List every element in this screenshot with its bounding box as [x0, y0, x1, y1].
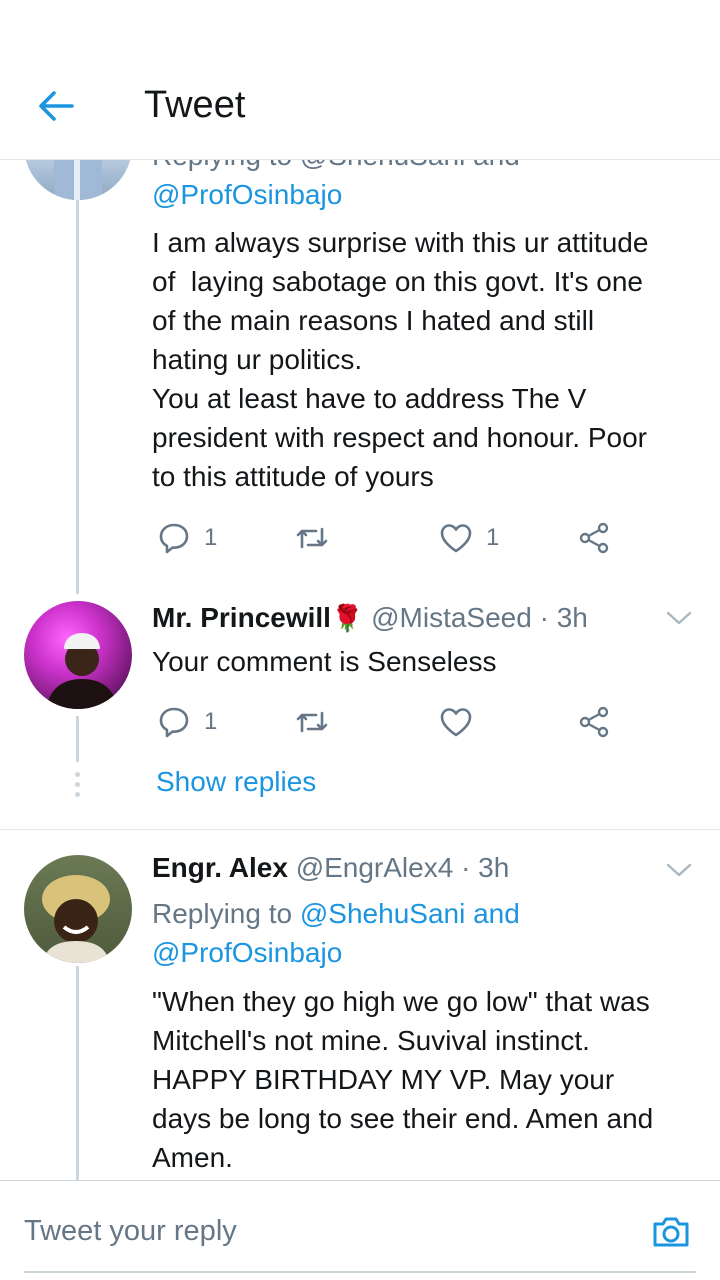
show-replies-link[interactable]: Show replies [156, 766, 316, 798]
replying-handle[interactable]: @ShehuSani [300, 898, 465, 929]
display-name[interactable]: Engr. Alex [152, 852, 288, 883]
tweet-line: Amen. [152, 1142, 233, 1173]
handle[interactable]: @EngrAlex4 [296, 852, 454, 883]
retweet-button[interactable] [294, 518, 330, 558]
retweet-icon [296, 527, 328, 549]
composer-underline [24, 1271, 696, 1273]
camera-icon[interactable] [650, 1211, 692, 1253]
tweet-line: Mitchell's not mine. Suvival instinct. [152, 1025, 590, 1056]
like-icon [440, 708, 472, 737]
thread-line [76, 200, 79, 594]
reply-count: 1 [204, 708, 218, 735]
tweet-line: of the main reasons I hated and still [152, 305, 595, 336]
tweet-header: Engr. Alex @EngrAlex4 · 3h [152, 848, 509, 887]
tweet-feed: Replying to @ShehuSani and @ProfOsinbajo… [0, 0, 720, 1180]
tweet-line: days be long to see their end. Amen and [152, 1103, 654, 1134]
share-icon [579, 522, 609, 554]
chevron-down-icon[interactable] [664, 608, 694, 628]
tweet-line: to this attitude of yours [152, 461, 434, 492]
timestamp: · 3h [539, 602, 588, 633]
reply-icon [159, 523, 189, 554]
rose-emoji: 🌹 [330, 603, 364, 633]
replying-to: Replying to @ShehuSani and [152, 894, 520, 933]
replying-and: and [473, 898, 520, 929]
avatar[interactable] [24, 601, 132, 709]
top-bar: Tweet [0, 0, 720, 160]
tweet-actions: 1 [152, 702, 622, 742]
tweet-text: Your comment is Senseless [152, 646, 497, 677]
reply-button[interactable]: 1 [156, 702, 217, 742]
tweet-header: Mr. Princewill🌹 @MistaSeed · 3h [152, 598, 588, 638]
reply-button[interactable]: 1 [156, 518, 217, 558]
replying-handle[interactable]: @ProfOsinbajo [152, 933, 342, 972]
tweet-line: of laying sabotage on this govt. It's on… [152, 266, 643, 297]
retweet-icon [296, 711, 328, 733]
share-button[interactable] [576, 518, 612, 558]
share-icon [579, 706, 609, 738]
thread-line [76, 966, 79, 1180]
avatar[interactable] [24, 855, 132, 963]
replying-prefix: Replying to [152, 898, 293, 929]
like-button[interactable]: 1 [438, 518, 499, 558]
display-name[interactable]: Mr. Princewill [152, 602, 331, 633]
reply-composer: Tweet your reply [0, 1180, 720, 1280]
tweet-actions: 1 1 [152, 518, 622, 558]
replying-to-handle[interactable]: @ProfOsinbajo [152, 175, 342, 214]
handle[interactable]: @MistaSeed [371, 602, 532, 633]
reply-input[interactable]: Tweet your reply [24, 1215, 237, 1248]
reply-icon [159, 707, 189, 738]
chevron-down-icon[interactable] [664, 860, 694, 880]
page-title: Tweet [144, 84, 246, 126]
like-count: 1 [486, 524, 500, 551]
tweet-line: You at least have to address The V [152, 383, 587, 414]
timestamp: · 3h [461, 852, 510, 883]
tweet-line: I am always surprise with this ur attitu… [152, 227, 649, 258]
tweet-line: "When they go high we go low" that was [152, 986, 650, 1017]
divider [0, 829, 720, 830]
thread-dots [74, 772, 82, 802]
retweet-button[interactable] [294, 702, 330, 742]
tweet-line: president with respect and honour. Poor [152, 422, 647, 453]
like-icon [440, 524, 472, 553]
thread-line [76, 716, 79, 762]
tweet-line: HAPPY BIRTHDAY MY VP. May your [152, 1064, 615, 1095]
tweet-line: hating ur politics. [152, 344, 363, 375]
share-button[interactable] [576, 702, 612, 742]
back-arrow-icon[interactable] [34, 84, 78, 128]
reply-count: 1 [204, 524, 218, 551]
like-button[interactable] [438, 702, 474, 742]
